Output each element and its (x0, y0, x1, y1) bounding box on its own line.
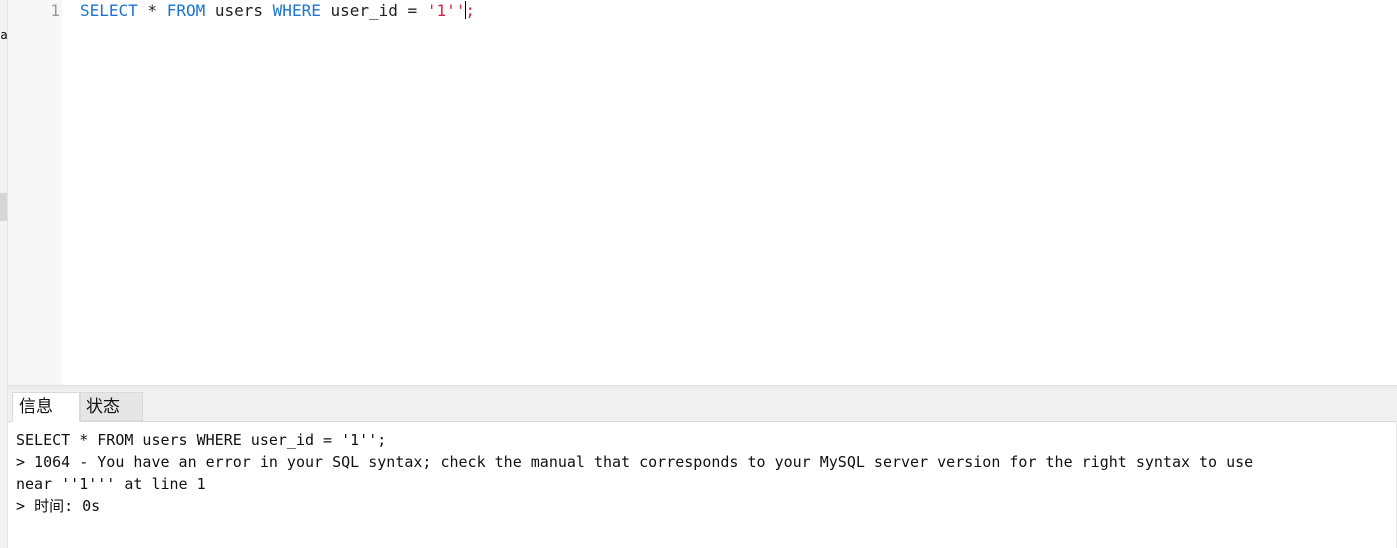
message-output[interactable]: SELECT * FROM users WHERE user_id = '1''… (16, 429, 1394, 517)
error-message-line-1: > 1064 - You have an error in your SQL s… (16, 453, 1254, 471)
keyword-select: SELECT (80, 1, 138, 20)
sidebar-text-fragment: la (0, 28, 8, 42)
time-prefix: > (16, 497, 35, 515)
string-literal: '1'' (426, 1, 466, 20)
keyword-from: FROM (166, 1, 206, 20)
left-sidebar-edge[interactable]: la (0, 0, 8, 548)
condition-token: user_id = (320, 1, 427, 20)
sql-editor[interactable]: 1 SELECT * FROM users WHERE user_id = '1… (8, 0, 1397, 385)
code-line-1[interactable]: SELECT * FROM users WHERE user_id = '1''… (80, 0, 475, 22)
semicolon-token: ; (465, 1, 475, 20)
executed-query-text: SELECT * FROM users WHERE user_id = '1''… (16, 431, 387, 449)
keyword-where: WHERE (272, 1, 321, 20)
elapsed-time-line: > 时间: 0s (16, 495, 1394, 517)
tab-status[interactable]: 状态 (80, 392, 143, 421)
sql-query-window: la 1 SELECT * FROM users WHERE user_id =… (0, 0, 1397, 548)
error-message-line-2: near ''1''' at line 1 (16, 475, 206, 493)
result-tabbar: 信息 状态 (8, 390, 1397, 422)
line-number-gutter: 1 (8, 0, 62, 385)
sidebar-scroll-thumb[interactable] (0, 193, 7, 221)
time-label: 时间 (34, 497, 65, 515)
star-token: * (137, 1, 167, 20)
time-value: : 0s (64, 497, 101, 515)
line-number: 1 (50, 1, 60, 20)
result-panel: 信息 状态 SELECT * FROM users WHERE user_id … (8, 390, 1397, 548)
tab-info[interactable]: 信息 (12, 392, 80, 422)
table-token: users (205, 1, 273, 20)
